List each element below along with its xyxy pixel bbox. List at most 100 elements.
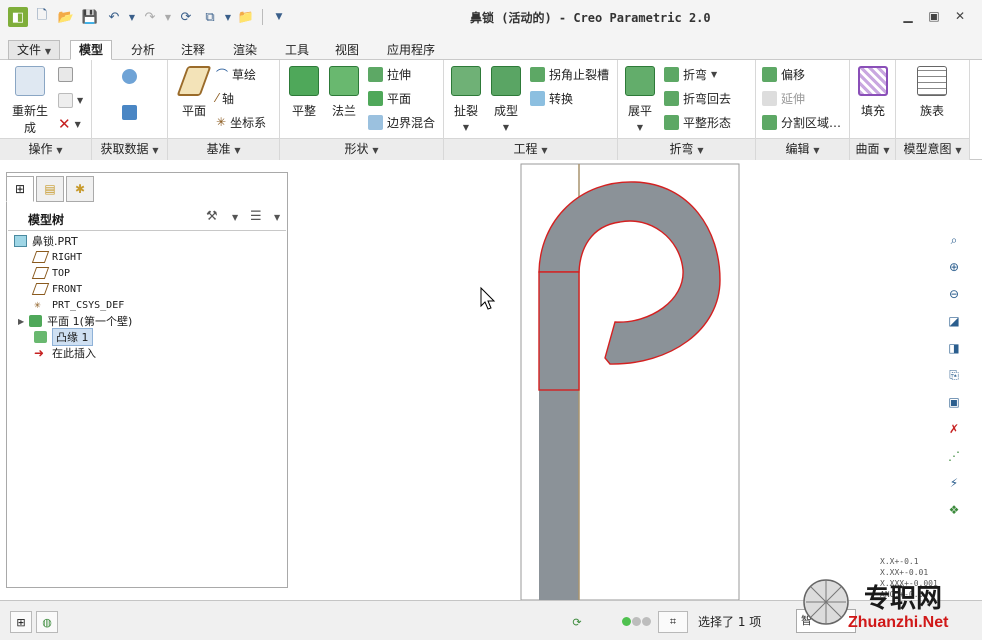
axis-display-icon[interactable]: ⋰	[942, 444, 966, 468]
form-button[interactable]: 成型 ▼	[484, 66, 528, 133]
planar-button[interactable]: 平面	[368, 88, 411, 108]
form-icon	[491, 66, 521, 96]
tree-item-part[interactable]: 鼻锁.PRT	[14, 233, 78, 249]
tab-analysis[interactable]: 分析	[122, 40, 164, 60]
tab-applications[interactable]: 应用程序	[378, 40, 444, 60]
minimize-icon[interactable]: ▁	[896, 6, 920, 26]
browser-toggle-icon[interactable]: ◍	[36, 611, 58, 633]
group-label-model-intent[interactable]: 模型意图 ▼	[896, 138, 969, 160]
regen-status-icon[interactable]: ⟳	[566, 611, 588, 633]
zoom-in-icon[interactable]: ⊕	[942, 255, 966, 279]
family-table-button[interactable]: 族表	[910, 66, 954, 119]
tree-item-front[interactable]: FRONT	[31, 281, 82, 297]
fill-button[interactable]: 填充	[851, 66, 895, 119]
graphics-window[interactable]	[290, 160, 982, 601]
open-folder-icon[interactable]: 📂	[56, 7, 76, 27]
flat-pattern-icon	[664, 114, 679, 130]
model-viewport[interactable]	[290, 160, 982, 601]
user-defined-feature-button[interactable]	[122, 66, 137, 86]
redo-dropdown-icon[interactable]: ▼	[164, 7, 172, 27]
regenerate-button[interactable]: 重新生成	[8, 66, 52, 136]
tab-file[interactable]: 文件 ▼	[8, 40, 60, 60]
tab-tools[interactable]: 工具	[276, 40, 318, 60]
bend-button[interactable]: 折弯 ▼	[664, 64, 717, 84]
convert-button[interactable]: 转换	[530, 88, 573, 108]
zoom-out-icon[interactable]: ⊖	[942, 282, 966, 306]
boundary-blend-button[interactable]: 边界混合	[368, 112, 435, 132]
regenerate-icon[interactable]: ⟳	[176, 7, 196, 27]
tab-view[interactable]: 视图	[326, 40, 368, 60]
group-label-get-data[interactable]: 获取数据 ▼	[92, 138, 167, 160]
annotation-display-icon[interactable]: ❖	[942, 498, 966, 522]
flat-pattern-button[interactable]: 平整形态	[664, 112, 731, 132]
favorites-tab-icon[interactable]: ✱	[66, 176, 94, 202]
model-tree-tab-icon[interactable]: ⊞	[6, 176, 34, 202]
maximize-icon[interactable]: ▣	[922, 6, 946, 26]
datum-plane-button[interactable]: 平面	[172, 66, 216, 119]
tab-render[interactable]: 渲染	[224, 40, 266, 60]
tree-item-right[interactable]: RIGHT	[31, 249, 82, 265]
split-area-button[interactable]: 分割区域…	[762, 112, 841, 132]
status-light-grey	[642, 617, 651, 626]
new-file-icon[interactable]: 🗋	[32, 7, 52, 27]
axis-button[interactable]: ⁄ 轴	[216, 88, 234, 108]
folder-browser-tab-icon[interactable]: ▤	[36, 176, 64, 202]
tree-settings-dropdown-icon[interactable]: ▼	[232, 213, 238, 222]
tree-settings-icon[interactable]: ⚒	[206, 209, 218, 224]
group-label-editing[interactable]: 编辑 ▼	[756, 138, 849, 160]
csys-button[interactable]: ✳ 坐标系	[216, 112, 266, 132]
sketch-button[interactable]: ⌒ 草绘	[216, 64, 256, 84]
unbend-button[interactable]: 展平 ▼	[618, 66, 662, 133]
refit-icon[interactable]: ⌕	[942, 228, 966, 252]
group-label-engineering[interactable]: 工程 ▼	[444, 138, 617, 160]
bend-back-button[interactable]: 折弯回去	[664, 88, 731, 108]
corner-relief-button[interactable]: 拐角止裂槽	[530, 64, 609, 84]
creo-app-icon[interactable]: ◧	[8, 7, 28, 27]
rip-button[interactable]: 扯裂 ▼	[444, 66, 488, 133]
tree-item-flange[interactable]: 凸缘 1	[34, 328, 93, 346]
group-label-operations[interactable]: 操作 ▼	[0, 138, 91, 160]
undo-icon[interactable]: ↶	[104, 7, 124, 27]
windows-dropdown-icon[interactable]: ▼	[224, 7, 232, 27]
group-label-bends[interactable]: 折弯 ▼	[618, 138, 755, 160]
navigator-tabs: ⊞ ▤ ✱	[6, 176, 94, 202]
repaint-icon[interactable]: ◪	[942, 309, 966, 333]
navigator-toggle-icon[interactable]: ⊞	[10, 611, 32, 633]
flange-button[interactable]: 法兰	[322, 66, 366, 119]
copy-geometry-button[interactable]	[122, 102, 137, 122]
saved-views-icon[interactable]: ⎘	[942, 363, 966, 387]
display-style-icon[interactable]: ◨	[942, 336, 966, 360]
group-label-datum[interactable]: 基准 ▼	[168, 138, 279, 160]
tab-annotate[interactable]: 注释	[172, 40, 214, 60]
delete-button[interactable]: ✕ ▼	[58, 114, 81, 134]
group-engineering: 扯裂 ▼ 成型 ▼ 拐角止裂槽 转换 工程 ▼	[444, 60, 618, 160]
customize-toolbar-icon[interactable]: ▼	[269, 7, 289, 27]
expand-arrow-icon[interactable]: ▶	[18, 317, 24, 326]
save-icon[interactable]: 💾	[80, 7, 100, 27]
extend-button[interactable]: 延伸	[762, 88, 805, 108]
tree-item-insert-here[interactable]: ➜ 在此插入	[34, 345, 96, 361]
group-label-surfaces[interactable]: 曲面 ▼	[850, 138, 895, 160]
tree-filter-icon[interactable]: ☰	[250, 209, 262, 224]
undo-dropdown-icon[interactable]: ▼	[128, 7, 136, 27]
copy-button[interactable]	[58, 64, 73, 84]
find-icon[interactable]: ⌗	[658, 611, 688, 633]
tree-item-top[interactable]: TOP	[31, 265, 70, 281]
paste-button[interactable]: ▼	[58, 90, 83, 110]
csys-display-icon[interactable]: ⚡	[942, 471, 966, 495]
tab-model[interactable]: 模型	[70, 40, 113, 60]
view-manager-icon[interactable]: ▣	[942, 390, 966, 414]
close-icon[interactable]: ✕	[948, 6, 972, 26]
datum-display-icon[interactable]: ✗	[942, 417, 966, 441]
close-window-icon[interactable]: 📁	[236, 7, 256, 27]
family-table-icon	[917, 66, 947, 96]
group-label-shapes[interactable]: 形状 ▼	[280, 138, 443, 160]
tree-item-csys[interactable]: ✳ PRT_CSYS_DEF	[34, 297, 124, 313]
offset-button[interactable]: 偏移	[762, 64, 805, 84]
tree-filter-dropdown-icon[interactable]: ▼	[274, 213, 280, 222]
redo-icon[interactable]: ↷	[140, 7, 160, 27]
tree-item-flat-wall[interactable]: ▶ 平面 1(第一个壁)	[18, 313, 132, 329]
windows-icon[interactable]: ⧉	[200, 7, 220, 27]
flat-wall-button[interactable]: 平整	[282, 66, 326, 119]
extrude-button[interactable]: 拉伸	[368, 64, 411, 84]
